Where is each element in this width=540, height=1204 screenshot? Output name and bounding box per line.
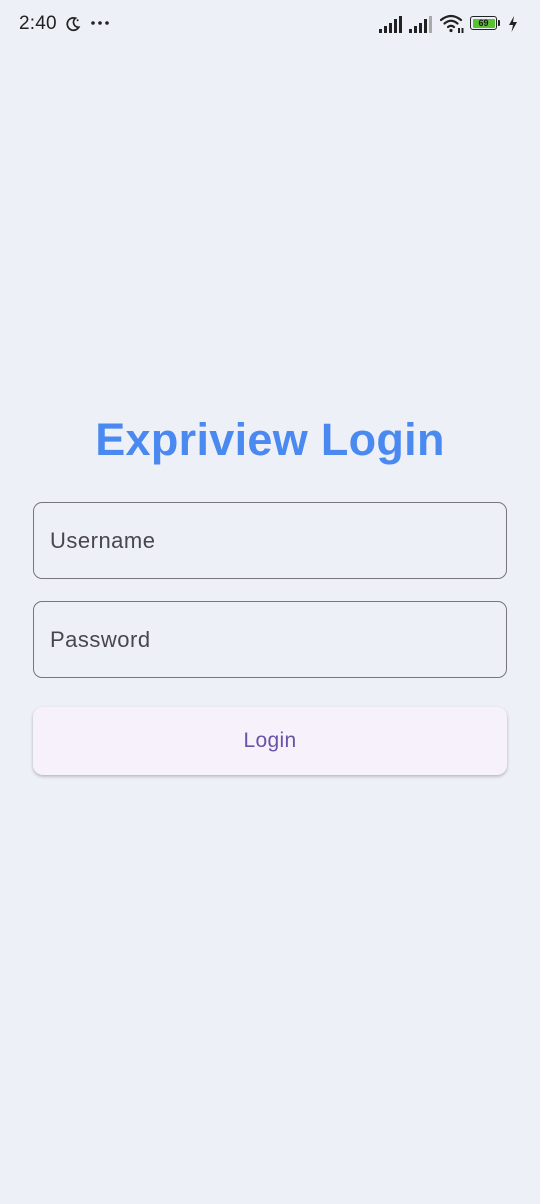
username-input[interactable] [34, 503, 506, 578]
wifi-icon [440, 14, 464, 33]
username-field[interactable] [33, 502, 507, 579]
more-dots-icon [91, 21, 109, 25]
battery-icon: 69 [470, 16, 502, 32]
charging-bolt-icon [509, 16, 517, 32]
login-screen: 2:40 69 Expriview Login Username Login [0, 0, 540, 1204]
status-time: 2:40 [19, 13, 57, 34]
moon-icon [66, 17, 81, 32]
password-input[interactable] [34, 602, 506, 677]
password-field[interactable] [33, 601, 507, 678]
signal-icon [409, 16, 432, 33]
page-title: Expriview Login [95, 414, 445, 465]
battery-level: 69 [472, 18, 495, 28]
login-button[interactable]: Login [33, 707, 507, 775]
signal-icon [379, 16, 402, 33]
status-bar: 2:40 69 [0, 0, 540, 50]
